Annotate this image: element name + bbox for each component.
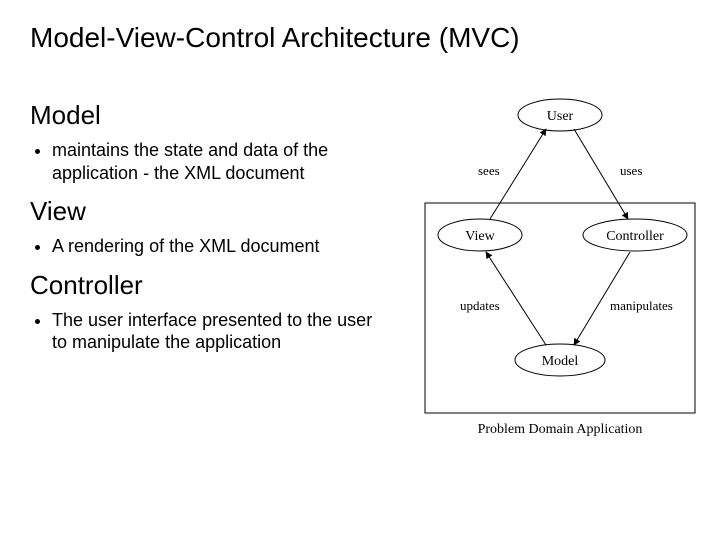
edge-updates-label: updates xyxy=(460,298,500,313)
view-bullets: A rendering of the XML document xyxy=(52,235,390,258)
node-controller-label: Controller xyxy=(606,229,664,244)
model-bullet: maintains the state and data of the appl… xyxy=(52,139,390,184)
node-model-label: Model xyxy=(542,354,579,369)
edge-manipulates-label: manipulates xyxy=(610,298,673,313)
controller-bullets: The user interface presented to the user… xyxy=(52,309,390,354)
model-bullets: maintains the state and data of the appl… xyxy=(52,139,390,184)
app-box-label: Problem Domain Application xyxy=(478,422,643,437)
node-view-label: View xyxy=(465,229,495,244)
heading-model: Model xyxy=(30,100,390,131)
mvc-diagram: Problem Domain Application User View Con… xyxy=(420,95,700,445)
controller-bullet: The user interface presented to the user… xyxy=(52,309,390,354)
node-user-label: User xyxy=(547,109,574,124)
edge-uses-label: uses xyxy=(620,163,642,178)
slide-title: Model-View-Control Architecture (MVC) xyxy=(30,22,520,54)
heading-controller: Controller xyxy=(30,270,390,301)
text-column: Model maintains the state and data of th… xyxy=(30,100,390,362)
heading-view: View xyxy=(30,196,390,227)
edge-sees-label: sees xyxy=(478,163,500,178)
view-bullet: A rendering of the XML document xyxy=(52,235,390,258)
